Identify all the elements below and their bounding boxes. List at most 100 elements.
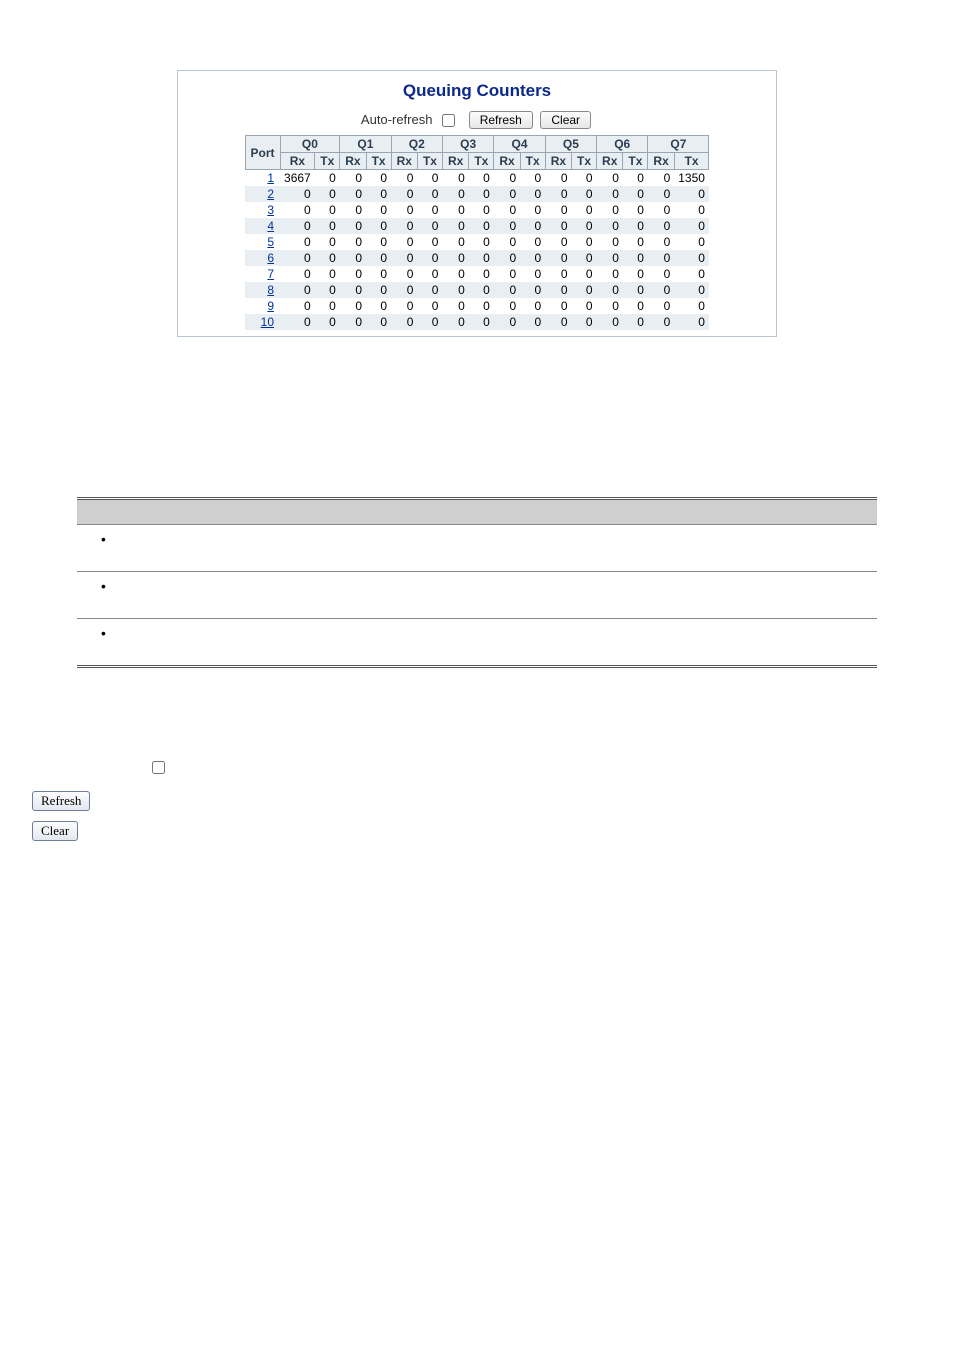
counter-cell: 0 [572, 298, 597, 314]
counter-cell: 0 [417, 282, 442, 298]
table-row: 70000000000000000 [245, 266, 709, 282]
port-link[interactable]: 9 [267, 299, 274, 313]
port-link[interactable]: 7 [267, 267, 274, 281]
counter-cell: 0 [572, 202, 597, 218]
desc-bullet [77, 525, 253, 572]
counter-cell: 0 [442, 170, 468, 187]
counter-cell: 0 [674, 298, 709, 314]
counter-cell: 0 [280, 282, 315, 298]
counter-cell: 0 [469, 298, 494, 314]
counter-cell: 0 [417, 218, 442, 234]
counter-cell: 0 [340, 202, 366, 218]
counter-cell: 0 [572, 234, 597, 250]
queuing-counters-table: Port Q0 Q1 Q2 Q3 Q4 Q5 Q6 Q7 RxTxRxTxRxT… [245, 135, 710, 330]
counter-cell: 0 [442, 250, 468, 266]
counter-cell: 0 [572, 186, 597, 202]
port-cell: 8 [245, 282, 280, 298]
counter-cell: 0 [520, 266, 545, 282]
loose-refresh-button[interactable]: Refresh [32, 791, 90, 811]
counter-cell: 0 [648, 250, 674, 266]
port-link[interactable]: 5 [267, 235, 274, 249]
counter-cell: 0 [648, 298, 674, 314]
col-rx: Rx [648, 153, 674, 170]
counter-cell: 0 [494, 314, 520, 330]
port-cell: 1 [245, 170, 280, 187]
counter-cell: 0 [315, 170, 340, 187]
table-row: 90000000000000000 [245, 298, 709, 314]
counter-cell: 0 [366, 314, 391, 330]
counter-cell: 0 [366, 266, 391, 282]
loose-controls: Refresh Clear [32, 758, 934, 841]
table-row: 30000000000000000 [245, 202, 709, 218]
port-link[interactable]: 3 [267, 203, 274, 217]
counter-cell: 1350 [674, 170, 709, 187]
port-link[interactable]: 8 [267, 283, 274, 297]
counter-cell: 0 [315, 202, 340, 218]
counter-cell: 0 [340, 266, 366, 282]
counter-cell: 0 [417, 202, 442, 218]
refresh-button[interactable]: Refresh [469, 111, 533, 129]
desc-row [77, 525, 877, 572]
counter-cell: 0 [572, 170, 597, 187]
counter-cell: 0 [469, 234, 494, 250]
port-cell: 4 [245, 218, 280, 234]
counter-cell: 0 [520, 250, 545, 266]
counter-cell: 0 [442, 314, 468, 330]
loose-clear-button[interactable]: Clear [32, 821, 78, 841]
counter-cell: 0 [648, 234, 674, 250]
counter-cell: 0 [545, 218, 571, 234]
counter-cell: 0 [520, 186, 545, 202]
counter-cell: 0 [469, 314, 494, 330]
counter-cell: 0 [623, 250, 648, 266]
desc-row [77, 572, 877, 619]
controls-bar: Auto-refresh Refresh Clear [188, 111, 766, 129]
counter-cell: 0 [417, 298, 442, 314]
port-link[interactable]: 6 [267, 251, 274, 265]
port-link[interactable]: 4 [267, 219, 274, 233]
counter-cell: 0 [469, 170, 494, 187]
counter-cell: 0 [315, 266, 340, 282]
desc-header-right [253, 499, 877, 525]
port-link[interactable]: 10 [261, 315, 274, 329]
col-rx: Rx [494, 153, 520, 170]
counter-cell: 0 [417, 314, 442, 330]
counter-cell: 0 [442, 234, 468, 250]
counter-cell: 0 [674, 282, 709, 298]
counter-cell: 0 [469, 266, 494, 282]
counter-cell: 0 [674, 314, 709, 330]
counter-cell: 0 [520, 202, 545, 218]
counter-cell: 0 [391, 234, 417, 250]
port-cell: 6 [245, 250, 280, 266]
counter-cell: 0 [572, 218, 597, 234]
counter-cell: 0 [623, 202, 648, 218]
counter-cell: 0 [442, 282, 468, 298]
counter-cell: 0 [623, 266, 648, 282]
loose-checkbox[interactable] [152, 761, 165, 774]
desc-value [253, 619, 877, 667]
counter-cell: 0 [280, 218, 315, 234]
counter-cell: 0 [545, 250, 571, 266]
counter-cell: 0 [315, 218, 340, 234]
auto-refresh-checkbox[interactable] [442, 114, 455, 127]
counter-cell: 0 [417, 266, 442, 282]
counter-cell: 0 [648, 266, 674, 282]
counter-cell: 0 [545, 314, 571, 330]
port-link[interactable]: 1 [267, 171, 274, 185]
counter-cell: 0 [623, 234, 648, 250]
clear-button[interactable]: Clear [540, 111, 591, 129]
counter-cell: 0 [597, 250, 623, 266]
counter-cell: 0 [340, 282, 366, 298]
counter-cell: 0 [366, 298, 391, 314]
counter-cell: 0 [545, 234, 571, 250]
counter-cell: 0 [494, 266, 520, 282]
counter-cell: 0 [572, 282, 597, 298]
table-row: 100000000000000000 [245, 314, 709, 330]
counter-cell: 0 [417, 186, 442, 202]
table-row: 80000000000000000 [245, 282, 709, 298]
port-link[interactable]: 2 [267, 187, 274, 201]
col-tx: Tx [520, 153, 545, 170]
counter-cell: 0 [315, 186, 340, 202]
counter-cell: 0 [674, 266, 709, 282]
counter-cell: 0 [674, 234, 709, 250]
col-rx: Rx [545, 153, 571, 170]
